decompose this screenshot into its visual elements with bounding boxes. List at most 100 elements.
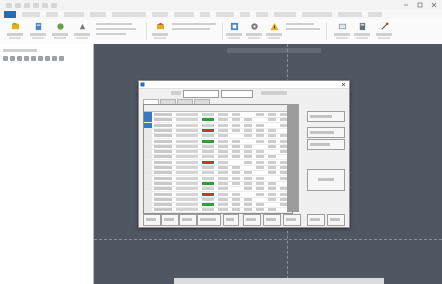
table-cell[interactable] [256,160,264,164]
table-cell[interactable] [232,181,240,185]
row-header[interactable] [144,196,152,202]
table-cell[interactable] [244,197,252,201]
table-cell[interactable] [256,166,264,169]
table-cell[interactable] [268,118,276,122]
table-cell[interactable] [256,192,264,196]
table-cell[interactable] [232,113,240,116]
row-header[interactable] [144,143,152,149]
row-header[interactable] [144,186,152,192]
ribbon-button[interactable] [246,22,262,39]
table-cell[interactable] [218,128,228,132]
table-cell[interactable] [256,208,264,212]
table-cell[interactable] [244,150,252,154]
table-cell[interactable] [202,192,214,196]
table-cell[interactable] [218,113,228,116]
table-cell[interactable] [176,139,198,143]
ribbon-tab[interactable] [46,12,58,17]
dialog-bottom-button[interactable] [327,214,345,226]
table-cell[interactable] [154,155,172,159]
ribbon-tab[interactable] [338,12,362,17]
table-cell[interactable] [202,166,214,169]
table-cell[interactable] [256,187,264,191]
panel-tool-button[interactable] [17,56,22,61]
row-header[interactable] [144,207,152,213]
table-cell[interactable] [256,155,264,159]
table-cell[interactable] [218,176,228,180]
table-cell[interactable] [154,118,172,122]
dialog-side-button-large[interactable] [307,169,345,191]
row-header[interactable] [144,127,152,133]
table-cell[interactable] [218,187,228,191]
table-row[interactable] [144,207,292,214]
row-header[interactable] [144,170,152,176]
row-header[interactable] [144,149,152,155]
table-cell[interactable] [202,160,214,164]
table-cell[interactable] [176,181,198,185]
table-cell[interactable] [218,123,228,127]
table-cell[interactable] [154,203,172,207]
row-header[interactable] [144,117,152,123]
table-cell[interactable] [244,144,252,148]
row-header[interactable] [144,133,152,139]
table-cell[interactable] [256,176,264,180]
table-cell[interactable] [176,166,198,169]
table-cell[interactable] [154,128,172,132]
table-cell[interactable] [154,150,172,154]
row-header[interactable] [144,112,152,117]
table-cell[interactable] [202,134,214,138]
dialog-bottom-button[interactable] [307,214,325,226]
maximize-button[interactable] [414,1,426,8]
table-cell[interactable] [256,203,264,207]
table-cell[interactable] [244,118,252,122]
row-header[interactable] [144,138,152,144]
qat-button[interactable] [33,2,39,8]
qat-button[interactable] [24,2,30,8]
row-header[interactable] [144,180,152,186]
ribbon-tab[interactable] [90,12,106,17]
table-cell[interactable] [268,166,276,169]
table-cell[interactable] [232,203,240,207]
table-cell[interactable] [154,160,172,164]
table-cell[interactable] [154,171,172,175]
table-cell[interactable] [176,187,198,191]
table-cell[interactable] [268,134,276,138]
grid-scrollbar[interactable] [287,104,299,212]
dialog-bottom-button[interactable] [197,214,221,226]
ribbon-button[interactable] [266,22,282,39]
table-cell[interactable] [256,123,264,127]
table-cell[interactable] [218,203,228,207]
table-cell[interactable] [202,118,214,122]
close-button[interactable] [428,1,440,8]
ribbon-button[interactable] [226,22,242,39]
qat-button[interactable] [15,2,21,8]
table-cell[interactable] [256,139,264,143]
table-cell[interactable] [256,150,264,154]
table-cell[interactable] [176,155,198,159]
table-cell[interactable] [154,181,172,185]
table-cell[interactable] [244,176,252,180]
table-cell[interactable] [202,176,214,180]
table-cell[interactable] [176,197,198,201]
table-cell[interactable] [244,123,252,127]
table-cell[interactable] [244,171,252,175]
ribbon-button[interactable] [354,22,370,39]
table-cell[interactable] [154,166,172,169]
table-cell[interactable] [268,197,276,201]
table-cell[interactable] [154,187,172,191]
ribbon-button[interactable] [334,22,350,39]
panel-tool-button[interactable] [38,56,43,61]
table-cell[interactable] [244,203,252,207]
table-cell[interactable] [232,208,240,212]
panel-tool-button[interactable] [3,56,8,61]
table-cell[interactable] [218,197,228,201]
table-cell[interactable] [268,113,276,116]
ribbon-button[interactable] [74,22,90,39]
dialog-bottom-button[interactable] [243,214,261,226]
table-cell[interactable] [244,134,252,138]
ribbon-tab[interactable] [240,12,250,17]
dialog-bottom-button[interactable] [263,214,281,226]
table-cell[interactable] [176,192,198,196]
table-cell[interactable] [176,171,198,175]
table-cell[interactable] [176,113,198,116]
table-cell[interactable] [202,123,214,127]
